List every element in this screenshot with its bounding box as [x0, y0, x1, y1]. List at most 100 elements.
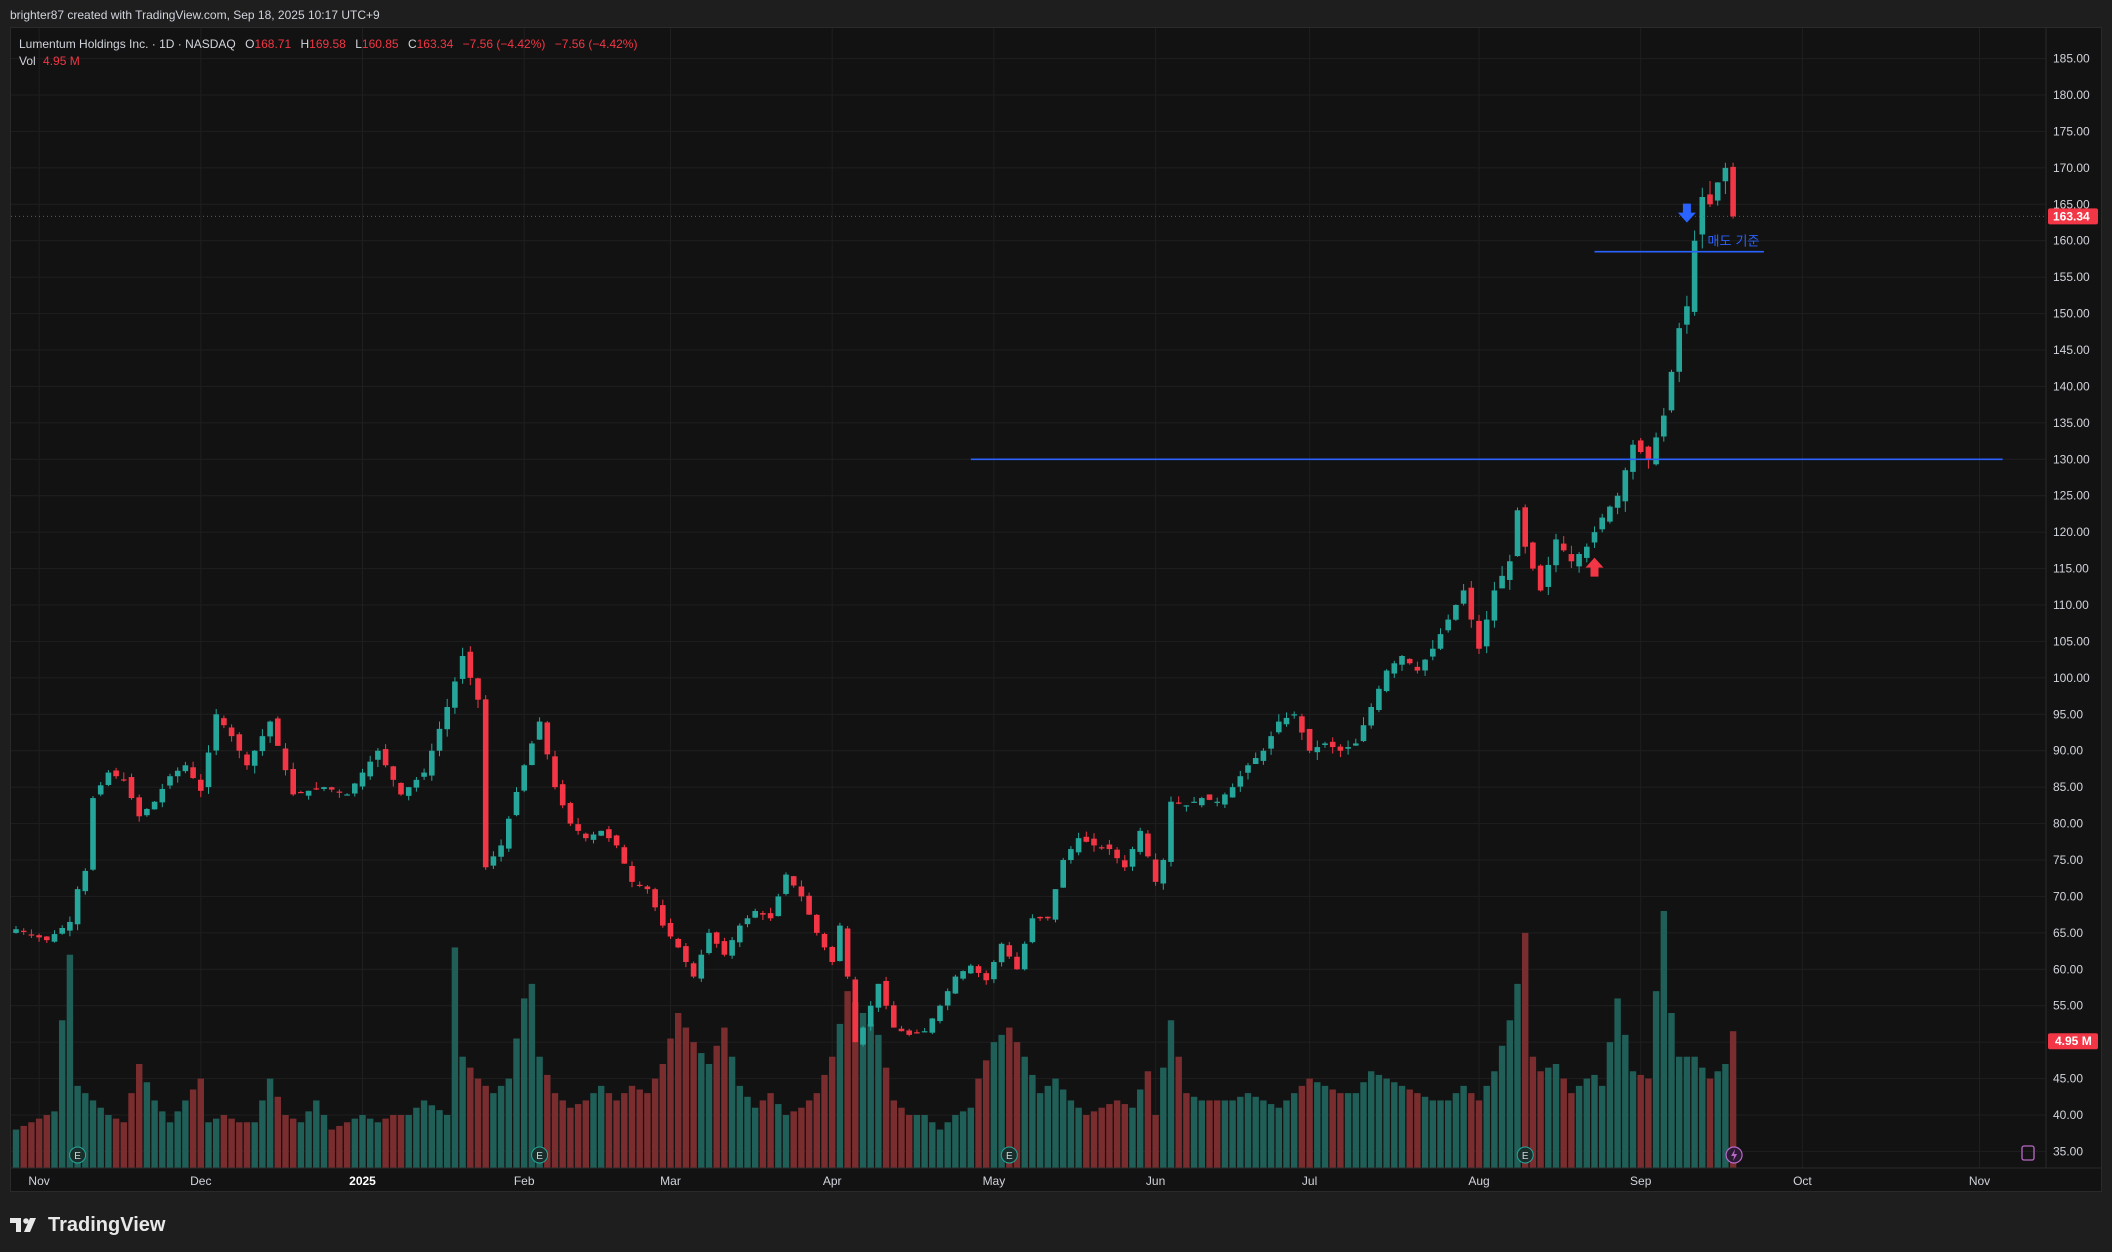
- candle-body[interactable]: [1014, 956, 1020, 970]
- candle-body[interactable]: [506, 818, 512, 849]
- candle-body[interactable]: [1168, 801, 1174, 862]
- candle-body[interactable]: [860, 1027, 866, 1045]
- candle-body[interactable]: [1514, 510, 1521, 557]
- candle-body[interactable]: [1152, 859, 1159, 882]
- candle-body[interactable]: [606, 829, 612, 839]
- candle-body[interactable]: [644, 886, 651, 890]
- candle-body[interactable]: [198, 779, 204, 791]
- candle-body[interactable]: [1584, 546, 1590, 558]
- candle-body[interactable]: [952, 976, 959, 994]
- candle-body[interactable]: [1383, 670, 1390, 692]
- candle-body[interactable]: [521, 765, 527, 791]
- candle-body[interactable]: [1576, 554, 1582, 567]
- candle-body[interactable]: [1591, 532, 1598, 543]
- candle-body[interactable]: [136, 797, 142, 817]
- candle-body[interactable]: [1137, 830, 1143, 852]
- candle-body[interactable]: [583, 833, 589, 839]
- candle-body[interactable]: [1129, 849, 1136, 867]
- candle-body[interactable]: [1052, 889, 1059, 920]
- candle-body[interactable]: [975, 966, 982, 973]
- candle-body[interactable]: [544, 722, 551, 755]
- candle-body[interactable]: [236, 734, 243, 751]
- candle-body[interactable]: [1229, 787, 1236, 798]
- candle-body[interactable]: [968, 965, 974, 974]
- candle-body[interactable]: [429, 750, 435, 776]
- candle-body[interactable]: [67, 921, 73, 931]
- candle-body[interactable]: [128, 777, 135, 799]
- candle-body[interactable]: [1160, 860, 1167, 884]
- candle-body[interactable]: [1037, 916, 1043, 919]
- candle-body[interactable]: [798, 886, 805, 897]
- candle-body[interactable]: [1722, 167, 1729, 182]
- candle-body[interactable]: [1668, 371, 1675, 411]
- candle-body[interactable]: [44, 936, 50, 941]
- candle-body[interactable]: [121, 779, 127, 781]
- candle-body[interactable]: [498, 845, 504, 857]
- candle-body[interactable]: [929, 1018, 936, 1033]
- candle-body[interactable]: [251, 750, 258, 766]
- candle-body[interactable]: [891, 1005, 897, 1028]
- candle-body[interactable]: [1483, 619, 1490, 647]
- candle-body[interactable]: [1114, 849, 1120, 859]
- candle-body[interactable]: [1445, 619, 1451, 631]
- candle-body[interactable]: [1245, 765, 1251, 773]
- candle-body[interactable]: [1276, 721, 1282, 733]
- candle-body[interactable]: [1091, 838, 1097, 846]
- candle-body[interactable]: [398, 782, 404, 795]
- candle-body[interactable]: [914, 1032, 920, 1034]
- candle-body[interactable]: [1106, 844, 1113, 850]
- candle-body[interactable]: [767, 913, 774, 919]
- candle-body[interactable]: [1399, 656, 1405, 665]
- candle-body[interactable]: [598, 830, 604, 836]
- candle-body[interactable]: [459, 656, 466, 679]
- candle-body[interactable]: [97, 785, 104, 795]
- candle-body[interactable]: [1537, 565, 1544, 591]
- candle-body[interactable]: [821, 933, 828, 948]
- candle-body[interactable]: [1468, 587, 1475, 620]
- candle-body[interactable]: [713, 932, 720, 944]
- candle-body[interactable]: [1376, 688, 1382, 711]
- candle-body[interactable]: [1499, 575, 1505, 589]
- candle-body[interactable]: [629, 865, 635, 882]
- candle-body[interactable]: [590, 834, 597, 840]
- candle-body[interactable]: [921, 1031, 928, 1033]
- candle-body[interactable]: [482, 699, 489, 868]
- candle-body[interactable]: [290, 768, 296, 795]
- candle-body[interactable]: [1661, 415, 1667, 437]
- candle-body[interactable]: [105, 772, 112, 785]
- candle-body[interactable]: [405, 787, 412, 796]
- candle-body[interactable]: [1260, 750, 1267, 761]
- candle-body[interactable]: [444, 707, 450, 730]
- candle-body[interactable]: [1653, 437, 1659, 465]
- candle-body[interactable]: [875, 983, 882, 1008]
- candle-body[interactable]: [760, 913, 766, 915]
- candle-body[interactable]: [159, 788, 166, 803]
- candle-body[interactable]: [814, 914, 820, 933]
- candle-body[interactable]: [267, 721, 273, 737]
- candlestick-chart[interactable]: 매도 기준E E E E185.00180.00175.00170.00165.001…: [11, 28, 2101, 1191]
- candle-body[interactable]: [367, 761, 373, 777]
- candle-body[interactable]: [1345, 747, 1351, 749]
- candle-body[interactable]: [36, 935, 42, 938]
- candle-body[interactable]: [190, 767, 196, 779]
- candle-body[interactable]: [1707, 194, 1713, 205]
- candle-body[interactable]: [1206, 794, 1213, 800]
- candle-body[interactable]: [1622, 470, 1629, 502]
- candle-body[interactable]: [205, 752, 212, 788]
- candle-body[interactable]: [613, 835, 620, 846]
- candle-body[interactable]: [1614, 495, 1621, 508]
- candle-body[interactable]: [1406, 658, 1413, 664]
- candle-body[interactable]: [382, 749, 389, 766]
- candle-body[interactable]: [1676, 328, 1682, 372]
- candle-body[interactable]: [421, 772, 427, 777]
- candle-body[interactable]: [174, 770, 181, 777]
- candle-body[interactable]: [829, 947, 835, 962]
- candle-body[interactable]: [1329, 741, 1336, 748]
- candle-body[interactable]: [1684, 306, 1690, 325]
- candle-body[interactable]: [82, 870, 89, 892]
- candle-body[interactable]: [536, 721, 543, 740]
- candle-body[interactable]: [490, 856, 497, 866]
- candle-body[interactable]: [1491, 590, 1498, 621]
- candle-body[interactable]: [1237, 776, 1244, 787]
- candle-body[interactable]: [667, 922, 674, 937]
